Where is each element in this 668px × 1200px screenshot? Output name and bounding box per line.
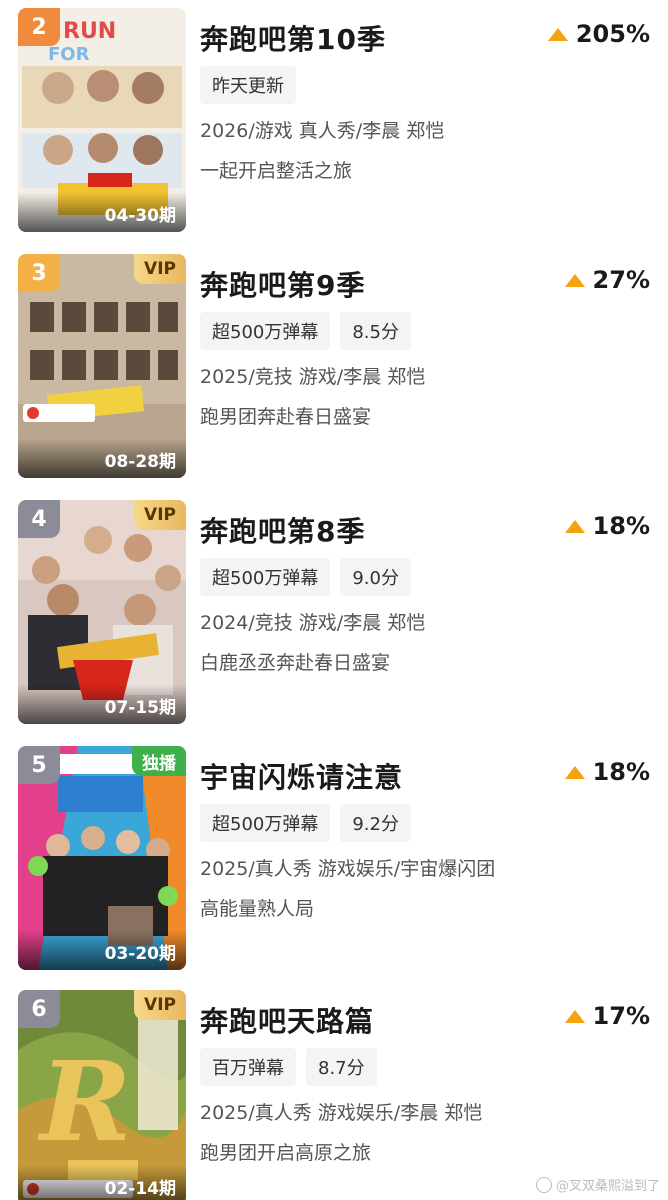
episode-tag: 07-15期 (18, 684, 186, 724)
svg-text:FOR: FOR (48, 44, 90, 65)
update-chip: 昨天更新 (200, 66, 296, 104)
trend-up-icon (564, 1009, 585, 1023)
poster[interactable]: 5 独播 03-20期 (18, 746, 186, 970)
show-desc: 跑男团奔赴春日盛宴 (200, 406, 372, 428)
show-meta: 2025/真人秀 游戏娱乐/宇宙爆闪团 (200, 858, 496, 880)
trend: 205% (547, 20, 650, 48)
trend: 27% (564, 266, 650, 294)
trend-value: 18% (592, 512, 650, 540)
trend-up-icon (564, 765, 585, 779)
trend: 18% (564, 758, 650, 786)
episode-tag: 08-28期 (18, 438, 186, 478)
tag-chips: 超500万弹幕 9.0分 (200, 558, 411, 596)
watermark: @叉双桑熙溢到了 (535, 1175, 660, 1194)
episode-tag: 03-20期 (18, 930, 186, 970)
score-chip: 8.5分 (340, 312, 411, 350)
trend-up-icon (547, 27, 568, 41)
trend-value: 205% (575, 20, 650, 48)
trend-value: 17% (592, 1002, 650, 1030)
show-desc: 跑男团开启高原之旅 (200, 1142, 372, 1164)
trend: 17% (564, 1002, 650, 1030)
trend-value: 18% (592, 758, 650, 786)
show-title[interactable]: 奔跑吧第9季 (200, 264, 365, 304)
show-title[interactable]: 奔跑吧天路篇 (200, 1000, 374, 1040)
watermark-text: @叉双桑熙溢到了 (555, 1179, 660, 1194)
episode-tag: 04-30期 (18, 192, 186, 232)
list-item[interactable]: R 6 VIP 02-14期 奔跑吧天路篇 17% 百万弹幕 8.7分 2025… (0, 990, 668, 1200)
svg-text:RUN: RUN (63, 19, 116, 44)
rank-badge: 5 (18, 746, 60, 784)
rank-badge: 2 (18, 8, 60, 46)
show-meta: 2026/游戏 真人秀/李晨 郑恺 (200, 120, 445, 142)
score-chip: 8.7分 (306, 1048, 377, 1086)
score-chip: 9.2分 (340, 804, 411, 842)
tag-chips: 超500万弹幕 8.5分 (200, 312, 411, 350)
show-title[interactable]: 奔跑吧第10季 (200, 18, 386, 58)
list-item[interactable]: 3 VIP 08-28期 奔跑吧第9季 27% 超500万弹幕 8.5分 202… (0, 254, 668, 478)
show-meta: 2024/竞技 游戏/李晨 郑恺 (200, 612, 426, 634)
episode-tag: 02-14期 (18, 1165, 186, 1200)
poster[interactable]: 4 VIP 07-15期 (18, 500, 186, 724)
danmaku-chip: 超500万弹幕 (200, 312, 331, 350)
trend-up-icon (564, 273, 585, 287)
trend-up-icon (564, 519, 585, 533)
show-desc: 一起开启整活之旅 (200, 160, 353, 182)
rank-badge: 6 (18, 990, 60, 1028)
poster[interactable]: RUN FOR 2 04-30期 (18, 8, 186, 232)
poster[interactable]: R 6 VIP 02-14期 (18, 990, 186, 1200)
vip-badge: VIP (134, 990, 186, 1020)
list-item[interactable]: RUN FOR 2 04-30期 奔跑吧第10季 205% 昨天更新 2026/… (0, 8, 668, 232)
danmaku-chip: 超500万弹幕 (200, 558, 331, 596)
show-desc: 白鹿丞丞奔赴春日盛宴 (200, 652, 391, 674)
danmaku-chip: 超500万弹幕 (200, 804, 331, 842)
svg-text:R: R (37, 1037, 131, 1166)
exclusive-badge: 独播 (132, 746, 186, 776)
show-meta: 2025/真人秀 游戏娱乐/李晨 郑恺 (200, 1102, 483, 1124)
vip-badge: VIP (134, 254, 186, 284)
show-title[interactable]: 宇宙闪烁请注意 (200, 756, 403, 796)
rank-badge: 3 (18, 254, 60, 292)
poster[interactable]: 3 VIP 08-28期 (18, 254, 186, 478)
list-item[interactable]: 4 VIP 07-15期 奔跑吧第8季 18% 超500万弹幕 9.0分 202… (0, 500, 668, 724)
show-meta: 2025/竞技 游戏/李晨 郑恺 (200, 366, 426, 388)
ranking-list: RUN FOR 2 04-30期 奔跑吧第10季 205% 昨天更新 2026/… (0, 0, 668, 1200)
tag-chips: 昨天更新 (200, 66, 296, 104)
list-item[interactable]: 5 独播 03-20期 宇宙闪烁请注意 18% 超500万弹幕 9.2分 202… (0, 746, 668, 970)
trend-value: 27% (592, 266, 650, 294)
show-desc: 高能量熟人局 (200, 898, 315, 920)
tag-chips: 百万弹幕 8.7分 (200, 1048, 377, 1086)
score-chip: 9.0分 (340, 558, 411, 596)
weibo-icon (535, 1176, 552, 1193)
danmaku-chip: 百万弹幕 (200, 1048, 296, 1086)
tag-chips: 超500万弹幕 9.2分 (200, 804, 411, 842)
show-title[interactable]: 奔跑吧第8季 (200, 510, 365, 550)
vip-badge: VIP (134, 500, 186, 530)
trend: 18% (564, 512, 650, 540)
rank-badge: 4 (18, 500, 60, 538)
